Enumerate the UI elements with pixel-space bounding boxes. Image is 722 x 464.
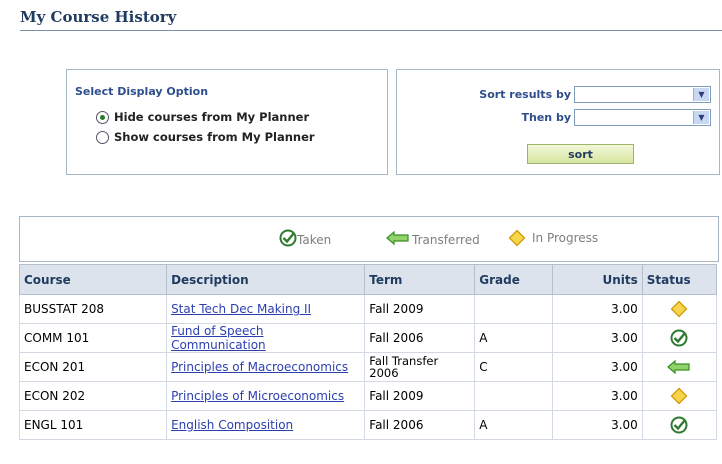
show-courses-option[interactable]: Show courses from My Planner — [96, 130, 315, 144]
table-row: ECON 202 Principles of Microeconomics Fa… — [18, 381, 718, 411]
course-units: 3.00 — [552, 352, 643, 382]
show-courses-radio[interactable] — [96, 130, 109, 144]
table-row: ENGL 101 English Composition Fall 2006 A… — [18, 410, 718, 440]
column-header-grade[interactable]: Grade — [474, 264, 554, 295]
in-progress-diamond-icon — [508, 229, 526, 247]
course-status — [641, 323, 718, 353]
course-grade: A — [474, 410, 554, 440]
course-grade: A — [474, 323, 554, 353]
course-description-link[interactable]: Principles of Macroeconomics — [171, 360, 348, 374]
course-description-link[interactable]: Fund of Speech Communication — [171, 324, 266, 352]
taken-check-icon — [279, 229, 297, 247]
course-status — [641, 410, 718, 440]
sort-by-select[interactable]: ▼ — [574, 86, 711, 103]
column-header-status[interactable]: Status — [641, 264, 718, 295]
course-code: COMM 101 — [18, 323, 168, 353]
column-header-description[interactable]: Description — [166, 264, 366, 295]
course-description-link[interactable]: Stat Tech Dec Making II — [171, 302, 311, 316]
taken-check-icon — [670, 416, 688, 434]
course-grade — [474, 381, 554, 411]
status-legend: Taken Transferred In Progress — [19, 216, 719, 262]
chevron-down-icon[interactable]: ▼ — [693, 111, 709, 124]
hide-courses-option[interactable]: Hide courses from My Planner — [96, 110, 315, 124]
page-title: My Course History — [20, 8, 722, 31]
table-row: ECON 201 Principles of Macroeconomics Fa… — [18, 352, 718, 382]
in-progress-diamond-icon — [670, 387, 688, 405]
course-grade: C — [474, 352, 554, 382]
table-header-row: Course Description Term Grade Units Stat… — [18, 264, 718, 295]
course-term: Fall 2006 — [364, 323, 476, 353]
course-code: ECON 201 — [18, 352, 168, 382]
legend-transferred: Transferred — [386, 229, 480, 247]
display-option-panel: Select Display Option Hide courses from … — [66, 69, 388, 175]
course-units: 3.00 — [552, 410, 643, 440]
course-term: Fall 2009 — [364, 294, 476, 324]
course-status — [641, 381, 718, 411]
table-row: BUSSTAT 208 Stat Tech Dec Making II Fall… — [18, 294, 718, 324]
show-courses-label: Show courses from My Planner — [114, 130, 315, 144]
course-term: Fall 2006 — [364, 410, 476, 440]
display-option-label: Select Display Option — [75, 85, 209, 98]
in-progress-diamond-icon — [670, 300, 688, 318]
taken-check-icon — [670, 329, 688, 347]
course-history-table: Course Description Term Grade Units Stat… — [18, 264, 718, 440]
sort-by-label: Sort results by — [479, 88, 571, 101]
course-term: Fall Transfer 2006 — [364, 352, 476, 382]
transferred-arrow-icon — [667, 360, 690, 375]
hide-courses-radio[interactable] — [96, 110, 109, 124]
table-row: COMM 101 Fund of Speech Communication Fa… — [18, 323, 718, 353]
legend-in-progress: In Progress — [508, 229, 598, 247]
course-status — [641, 352, 718, 382]
column-header-term[interactable]: Term — [364, 264, 476, 295]
course-code: BUSSTAT 208 — [18, 294, 168, 324]
course-status — [641, 294, 718, 324]
then-by-label: Then by — [521, 111, 572, 124]
sort-panel: Sort results by ▼ Then by ▼ sort — [396, 69, 720, 175]
legend-taken: Taken — [279, 229, 331, 247]
hide-courses-label: Hide courses from My Planner — [114, 110, 310, 124]
course-grade — [474, 294, 554, 324]
column-header-course[interactable]: Course — [18, 264, 168, 295]
course-units: 3.00 — [552, 294, 643, 324]
chevron-down-icon[interactable]: ▼ — [693, 88, 709, 101]
course-code: ECON 202 — [18, 381, 168, 411]
course-units: 3.00 — [552, 381, 643, 411]
then-by-select[interactable]: ▼ — [574, 109, 711, 126]
course-code: ENGL 101 — [18, 410, 168, 440]
course-description-link[interactable]: Principles of Microeconomics — [171, 389, 344, 403]
column-header-units[interactable]: Units — [552, 264, 643, 295]
course-units: 3.00 — [552, 323, 643, 353]
course-term: Fall 2009 — [364, 381, 476, 411]
sort-button[interactable]: sort — [527, 144, 634, 164]
course-description-link[interactable]: English Composition — [171, 418, 293, 432]
transferred-arrow-icon — [386, 231, 409, 245]
